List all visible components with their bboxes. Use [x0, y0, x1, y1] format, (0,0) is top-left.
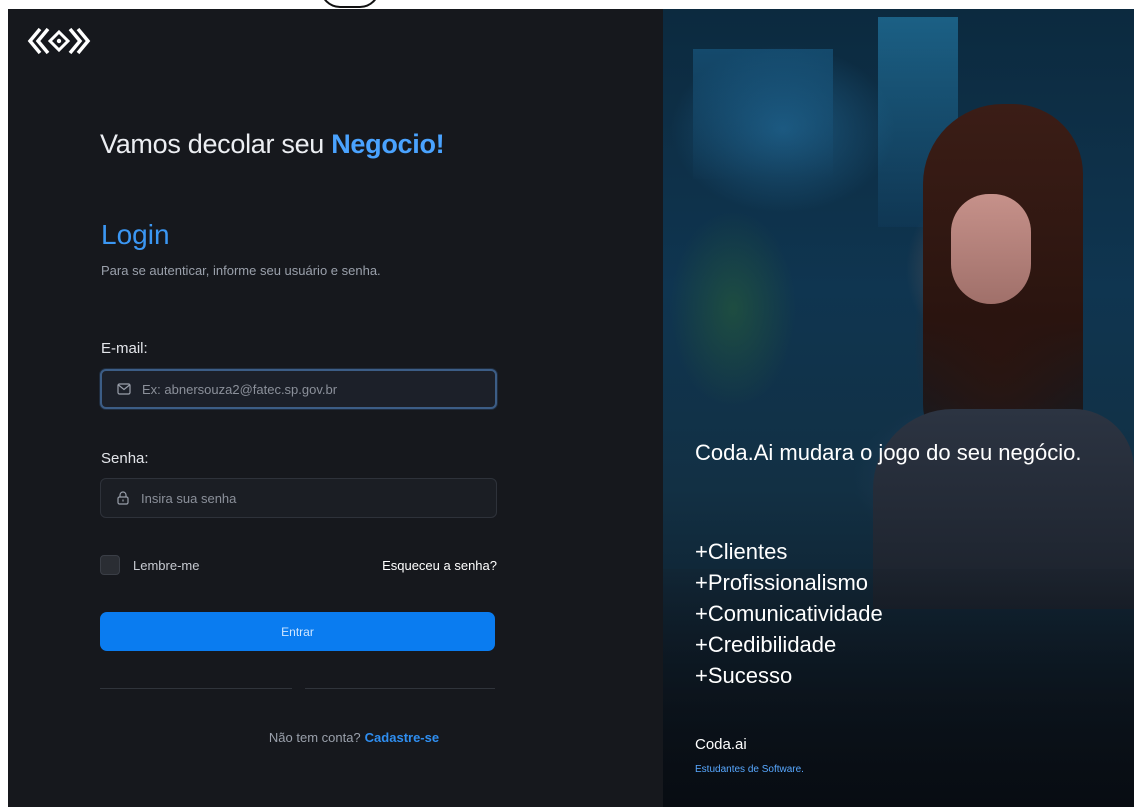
remember-label[interactable]: Lembre-me — [133, 558, 199, 573]
password-field[interactable] — [100, 478, 497, 518]
benefit-item: +Profissionalismo — [695, 570, 869, 595]
signup-link[interactable]: Cadastre-se — [365, 730, 439, 745]
benefit-item: +Comunicatividade — [695, 601, 883, 626]
headline-text: Vamos decolar seu — [100, 129, 332, 159]
cropped-heading-fragment — [320, 0, 380, 8]
person-face — [951, 194, 1031, 304]
brand-tagline: Estudantes de Software. — [695, 764, 804, 775]
benefit-item: +Credibilidade — [695, 632, 837, 657]
email-label: E-mail: — [101, 340, 148, 357]
promo-panel: Coda.Ai mudara o jogo do seu negócio. +C… — [663, 9, 1134, 807]
forgot-password-link[interactable]: Esqueceu a senha? — [382, 558, 497, 573]
login-panel: Vamos decolar seu Negocio! Login Para se… — [8, 9, 663, 807]
lock-icon — [115, 490, 131, 506]
signup-prompt-text: Não tem conta? — [268, 730, 361, 745]
benefits-list: +Clientes +Profissionalismo +Comunicativ… — [695, 536, 883, 691]
benefit-item: +Clientes — [695, 539, 788, 564]
remember-checkbox[interactable] — [100, 555, 120, 575]
background-window — [693, 49, 833, 179]
brand-name: Coda.ai — [695, 736, 747, 753]
welcome-headline: Vamos decolar seu Negocio! — [100, 129, 445, 160]
signup-prompt: Não tem conta? Cadastre-se — [8, 730, 608, 745]
login-subtitle: Para se autenticar, informe seu usuário … — [101, 263, 381, 278]
password-input[interactable] — [141, 490, 481, 506]
email-field[interactable] — [100, 369, 497, 409]
logo-icon — [27, 27, 91, 55]
login-button[interactable]: Entrar — [100, 612, 495, 651]
headline-accent: Negocio! — [331, 129, 445, 159]
benefit-item: +Sucesso — [695, 663, 793, 688]
mail-icon — [116, 381, 132, 397]
password-label: Senha: — [101, 450, 149, 467]
divider-left — [100, 688, 292, 689]
divider-right — [305, 688, 495, 689]
email-input[interactable] — [142, 381, 482, 397]
login-screen: Vamos decolar seu Negocio! Login Para se… — [8, 9, 1134, 807]
login-title: Login — [101, 219, 170, 250]
promo-text: Coda.Ai mudara o jogo do seu negócio. — [695, 440, 1082, 465]
